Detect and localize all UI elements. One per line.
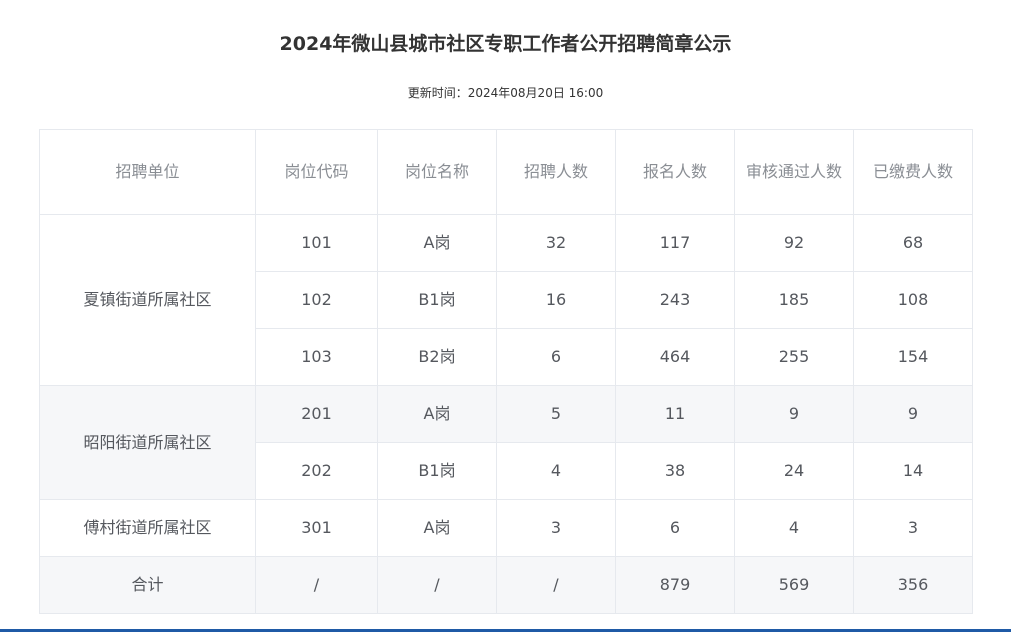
applicants-cell: 38 [615, 442, 735, 500]
approved-cell: 4 [734, 499, 854, 557]
applicants-cell: 6 [615, 499, 735, 557]
table-row: 昭阳街道所属社区 201 A岗 5 11 9 9 [39, 385, 973, 500]
approved-cell: 92 [734, 214, 854, 272]
total-post-code-cell: / [255, 556, 378, 614]
total-post-name-cell: / [377, 556, 497, 614]
post-name-cell: A岗 [377, 385, 497, 443]
paid-cell: 154 [853, 328, 973, 386]
announcement-page: 2024年微山县城市社区专职工作者公开招聘简章公示 更新时间：2024年08月2… [0, 0, 1011, 632]
applicants-cell: 464 [615, 328, 735, 386]
post-name-cell: B2岗 [377, 328, 497, 386]
unit-cell: 夏镇街道所属社区 [39, 214, 256, 386]
post-code-cell: 202 [255, 442, 378, 500]
column-header-post-code: 岗位代码 [255, 129, 378, 215]
table-row: 夏镇街道所属社区 101 A岗 32 117 92 68 [39, 214, 973, 386]
total-applicants-cell: 879 [615, 556, 735, 614]
applicants-cell: 117 [615, 214, 735, 272]
column-header-paid: 已缴费人数 [853, 129, 973, 215]
approved-cell: 255 [734, 328, 854, 386]
column-header-approved: 审核通过人数 [734, 129, 854, 215]
unit-cell: 傅村街道所属社区 [39, 499, 256, 557]
table-header-row: 招聘单位 岗位代码 岗位名称 招聘人数 报名人数 审核通过人数 已缴费人数 [39, 129, 973, 215]
approved-cell: 185 [734, 271, 854, 329]
total-hiring-count-cell: / [496, 556, 616, 614]
column-header-applicants: 报名人数 [615, 129, 735, 215]
applicants-cell: 243 [615, 271, 735, 329]
page-title: 2024年微山县城市社区专职工作者公开招聘简章公示 [279, 33, 732, 55]
column-header-unit: 招聘单位 [39, 129, 256, 215]
approved-cell: 24 [734, 442, 854, 500]
post-name-cell: A岗 [377, 499, 497, 557]
approved-cell: 9 [734, 385, 854, 443]
hiring-count-cell: 16 [496, 271, 616, 329]
paid-cell: 3 [853, 499, 973, 557]
paid-cell: 9 [853, 385, 973, 443]
post-code-cell: 103 [255, 328, 378, 386]
post-name-cell: B1岗 [377, 271, 497, 329]
column-header-hiring-count: 招聘人数 [496, 129, 616, 215]
table-row: 傅村街道所属社区 301 A岗 3 6 4 3 [39, 499, 973, 557]
post-name-cell: A岗 [377, 214, 497, 272]
update-time: 更新时间：2024年08月20日 16:00 [407, 86, 604, 100]
hiring-count-cell: 6 [496, 328, 616, 386]
paid-cell: 14 [853, 442, 973, 500]
hiring-count-cell: 3 [496, 499, 616, 557]
post-code-cell: 101 [255, 214, 378, 272]
paid-cell: 68 [853, 214, 973, 272]
applicants-cell: 11 [615, 385, 735, 443]
column-header-post-name: 岗位名称 [377, 129, 497, 215]
total-paid-cell: 356 [853, 556, 973, 614]
post-code-cell: 201 [255, 385, 378, 443]
post-code-cell: 102 [255, 271, 378, 329]
hiring-count-cell: 4 [496, 442, 616, 500]
post-code-cell: 301 [255, 499, 378, 557]
total-label-cell: 合计 [39, 556, 256, 614]
unit-cell: 昭阳街道所属社区 [39, 385, 256, 500]
total-row: 合计 / / / 879 569 356 [39, 556, 973, 614]
total-approved-cell: 569 [734, 556, 854, 614]
hiring-count-cell: 32 [496, 214, 616, 272]
paid-cell: 108 [853, 271, 973, 329]
hiring-count-cell: 5 [496, 385, 616, 443]
post-name-cell: B1岗 [377, 442, 497, 500]
recruitment-table: 招聘单位 岗位代码 岗位名称 招聘人数 报名人数 审核通过人数 已缴费人数 夏镇… [39, 129, 973, 614]
